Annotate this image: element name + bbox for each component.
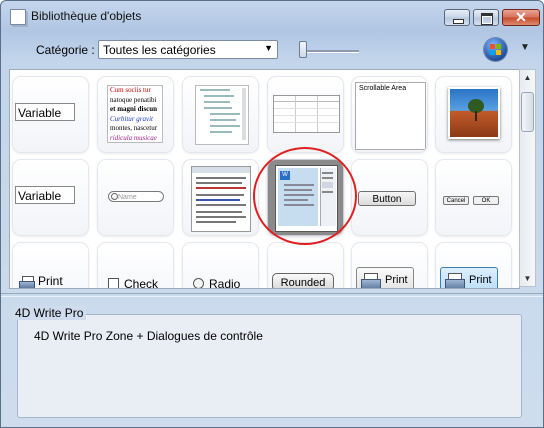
scrollbar-thumb[interactable] — [521, 92, 534, 132]
text-preview-line: montes, nascetur — [110, 124, 158, 132]
text-preview-line: ridicula musicae — [110, 133, 157, 142]
landscape-picture-icon — [448, 87, 500, 139]
text-preview-line: natoque penatibi — [110, 95, 157, 104]
window-title: Bibliothèque d'objets — [31, 9, 142, 23]
category-select-value: Toutes les catégories — [103, 43, 216, 57]
zoom-slider-thumb[interactable] — [299, 41, 307, 58]
tile-search-field[interactable]: Name — [98, 160, 173, 235]
highlight-circle — [253, 147, 357, 245]
printer-icon — [445, 273, 465, 288]
detail-group-title: 4D Write Pro — [12, 306, 87, 320]
tile-hierarchical-list[interactable] — [183, 77, 258, 152]
tile-4d-write-pro-doc[interactable] — [183, 160, 258, 235]
picture-button-preview: Print — [356, 267, 414, 288]
print-label: Print — [38, 274, 63, 288]
text-preview-line: Cum sociis tur — [110, 86, 151, 94]
tile-button[interactable]: Button — [352, 160, 427, 235]
ok-button-preview: OK — [473, 196, 499, 205]
checkbox-icon — [108, 278, 119, 288]
tile-check-box[interactable]: Check — [98, 243, 173, 289]
close-button[interactable]: ✕ — [502, 9, 540, 26]
tile-scrollable-area[interactable]: Scrollable Area — [352, 77, 427, 152]
options-menu-arrow-icon[interactable]: ▼ — [520, 42, 530, 53]
tile-radio-button[interactable]: Radio — [183, 243, 258, 289]
minimize-button[interactable] — [444, 9, 470, 26]
zoom-slider-track[interactable] — [307, 50, 359, 53]
variable-field: Variable — [15, 186, 75, 204]
windows-logo-icon[interactable] — [484, 38, 507, 61]
printer-icon — [19, 276, 35, 288]
scroll-up-icon[interactable]: ▲ — [520, 70, 535, 85]
maximize-icon — [481, 13, 493, 25]
printer-icon — [361, 273, 381, 288]
tile-picture[interactable] — [436, 77, 511, 152]
chevron-down-icon: ▼ — [264, 43, 273, 53]
tile-rounded-button[interactable]: Rounded — [268, 243, 343, 288]
highlighted-picture-button-preview: Print — [440, 267, 498, 288]
scroll-down-icon[interactable]: ▼ — [520, 271, 535, 286]
object-library-window: Bibliothèque d'objets ✕ Catégorie : Tout… — [0, 0, 544, 428]
check-label: Check — [124, 277, 159, 289]
panel-splitter[interactable] — [1, 293, 543, 297]
radio-label: Radio — [209, 277, 241, 289]
scrollable-area-label: Scrollable Area — [359, 85, 407, 92]
cancel-button-preview: Cancel — [443, 196, 469, 205]
rounded-button-preview: Rounded — [272, 273, 334, 288]
text-preview-line: Curbitur gravit — [110, 114, 153, 123]
minimize-icon — [453, 19, 464, 24]
tile-variable-2[interactable]: Variable — [13, 160, 88, 235]
variable-field: Variable — [15, 103, 75, 121]
tile-list-box[interactable] — [268, 77, 343, 152]
tile-picture-button[interactable]: Print — [352, 243, 427, 288]
window-app-icon — [10, 9, 26, 25]
detail-description: 4D Write Pro Zone + Dialogues de contrôl… — [34, 329, 263, 343]
toolbar: Catégorie : Toutes les catégories ▼ ▼ — [1, 31, 543, 68]
print-button-label: Print — [385, 274, 408, 286]
tile-styled-text[interactable]: Cum sociis tur natoque penatibi et magni… — [98, 77, 173, 152]
radio-icon — [193, 278, 204, 288]
object-grid: Variable Cum sociis tur natoque penatibi… — [9, 69, 520, 289]
tile-print-checkbox[interactable]: Print — [13, 243, 88, 288]
text-preview-line: et magni discun — [110, 105, 158, 113]
grid-scrollbar[interactable]: ▲ ▼ — [519, 69, 536, 287]
print-button-label: Print — [469, 274, 492, 286]
tile-highlighted-picture-button[interactable]: Print — [436, 243, 511, 288]
search-icon — [111, 193, 118, 200]
button-preview: Button — [358, 191, 416, 206]
title-bar[interactable]: Bibliothèque d'objets ✕ — [1, 1, 543, 31]
tile-variable-1[interactable]: Variable — [13, 77, 88, 152]
category-label: Catégorie : — [36, 43, 95, 57]
close-icon: ✕ — [515, 9, 527, 25]
category-select[interactable]: Toutes les catégories ▼ — [98, 40, 278, 59]
maximize-button[interactable] — [473, 9, 499, 26]
tile-dialog-buttons[interactable]: Cancel OK — [436, 160, 511, 235]
